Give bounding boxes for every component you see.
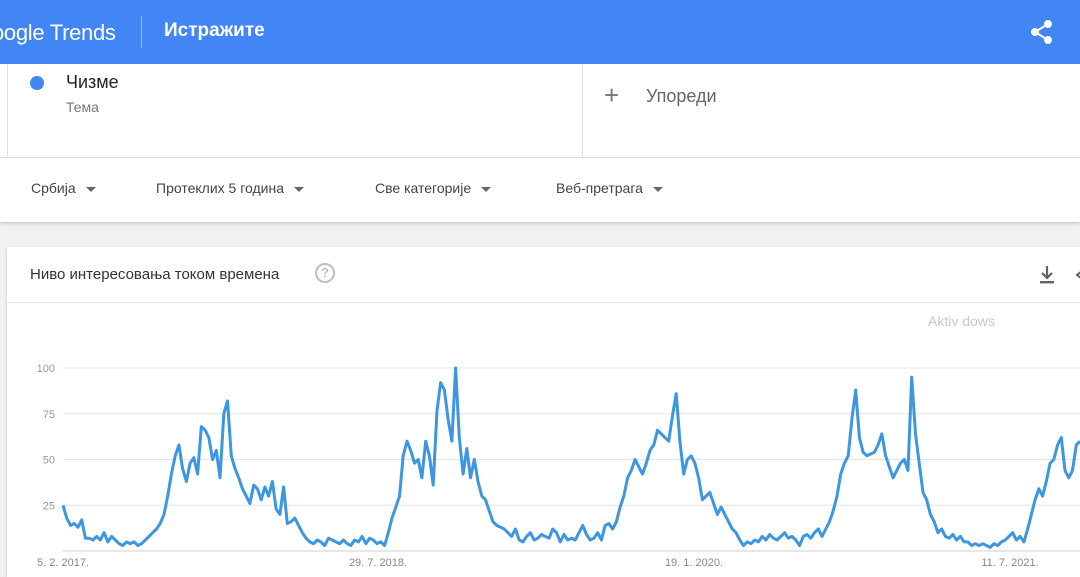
logo-suffix: Trends: [49, 20, 116, 45]
term-type: Тема: [66, 99, 99, 115]
filter-search-type-label: Веб-претрага: [556, 180, 643, 196]
chevron-down-icon: [85, 186, 96, 192]
download-icon[interactable]: [1038, 265, 1056, 285]
chevron-down-icon: [294, 186, 304, 192]
activation-watermark: Aktiv dows: [928, 313, 995, 329]
help-icon[interactable]: ?: [315, 263, 335, 283]
card-divider: [7, 302, 1080, 303]
term-panel: Чизме Тема + Упореди: [0, 64, 1080, 158]
app-header: oogle Trends Истражите: [0, 0, 1080, 64]
share-icon: [1031, 20, 1052, 44]
header-divider: [141, 16, 142, 48]
embed-icon[interactable]: [1074, 265, 1080, 285]
filter-region[interactable]: Србија: [31, 180, 96, 196]
filter-category[interactable]: Све категорије: [375, 180, 492, 196]
plus-icon: +: [604, 80, 620, 110]
filter-category-label: Све категорије: [375, 180, 472, 196]
term-color-dot: [30, 76, 44, 90]
term-name[interactable]: Чизме: [66, 72, 119, 93]
filter-time-range[interactable]: Протеклих 5 година: [156, 180, 304, 196]
filter-search-type[interactable]: Веб-претрага: [556, 180, 663, 196]
logo-prefix: oogle: [0, 20, 45, 45]
filter-region-label: Србија: [31, 180, 76, 196]
chevron-down-icon: [652, 186, 663, 192]
filter-bar: Србија Протеклих 5 година Све категорије…: [0, 158, 1080, 222]
filter-time-range-label: Протеклих 5 година: [156, 180, 284, 196]
chevron-down-icon: [481, 186, 492, 192]
search-term-card[interactable]: Чизме Тема: [7, 64, 583, 157]
interest-over-time-card: Ниво интересовања током времена ?: [7, 247, 1080, 577]
google-trends-logo[interactable]: oogle Trends: [0, 20, 116, 46]
share-button[interactable]: [1028, 18, 1056, 46]
page-title: Истражите: [164, 20, 265, 41]
card-title: Ниво интересовања током времена: [30, 266, 280, 283]
compare-label: Упореди: [646, 86, 717, 106]
